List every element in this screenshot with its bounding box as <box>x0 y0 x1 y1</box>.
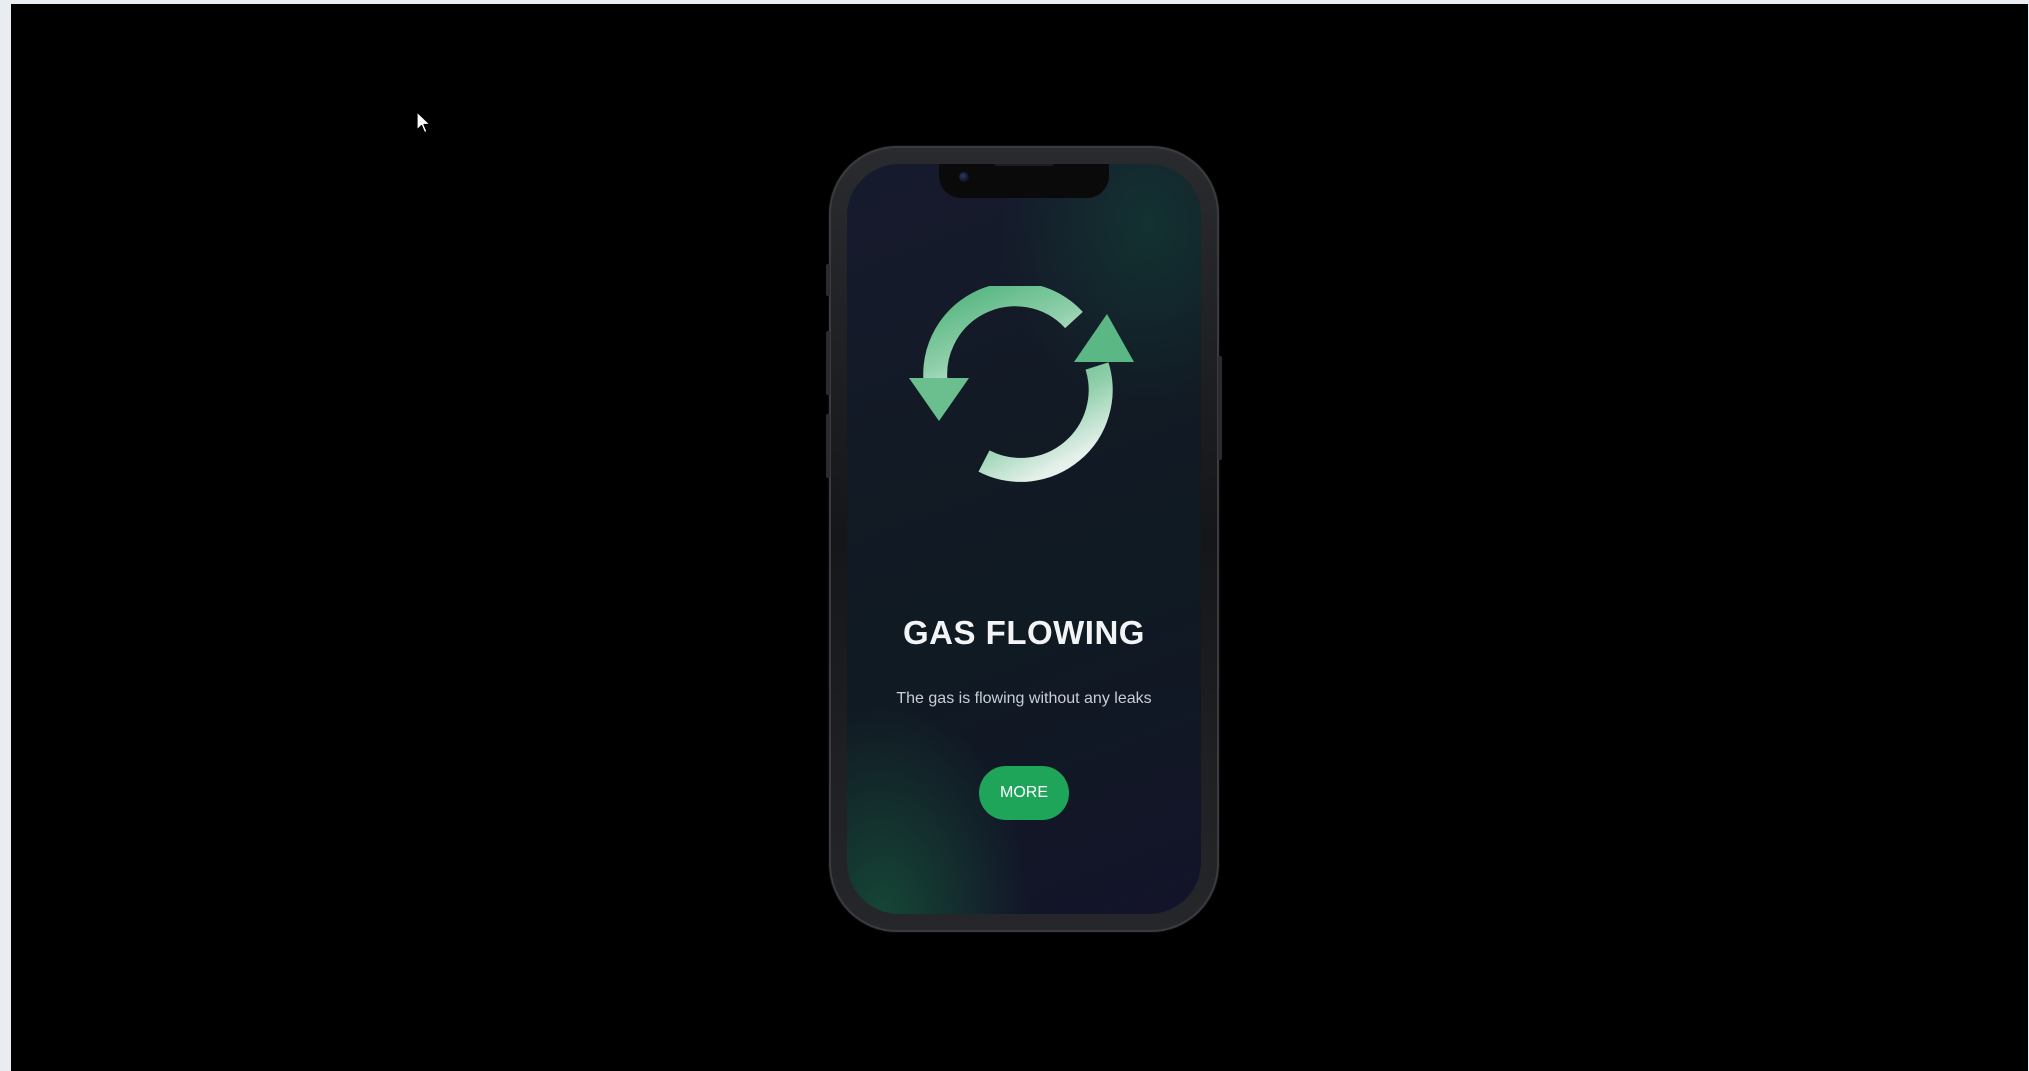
mouse-cursor-icon <box>416 111 431 134</box>
phone-silent-switch <box>826 264 830 296</box>
sync-arrows-icon <box>909 286 1134 482</box>
phone-volume-down-button <box>826 414 830 478</box>
status-description: The gas is flowing without any leaks <box>896 690 1152 707</box>
phone-screen: GAS FLOWING The gas is flowing without a… <box>847 164 1201 914</box>
phone-speaker <box>994 164 1054 166</box>
phone-volume-up-button <box>826 331 830 395</box>
video-stage: GAS FLOWING The gas is flowing without a… <box>11 4 2028 1071</box>
phone-notch <box>939 164 1109 198</box>
front-camera <box>959 172 969 182</box>
more-button[interactable]: MORE <box>979 766 1069 820</box>
phone-power-button <box>1218 356 1222 460</box>
phone-mockup: GAS FLOWING The gas is flowing without a… <box>826 146 1222 932</box>
status-title: GAS FLOWING <box>903 614 1145 651</box>
